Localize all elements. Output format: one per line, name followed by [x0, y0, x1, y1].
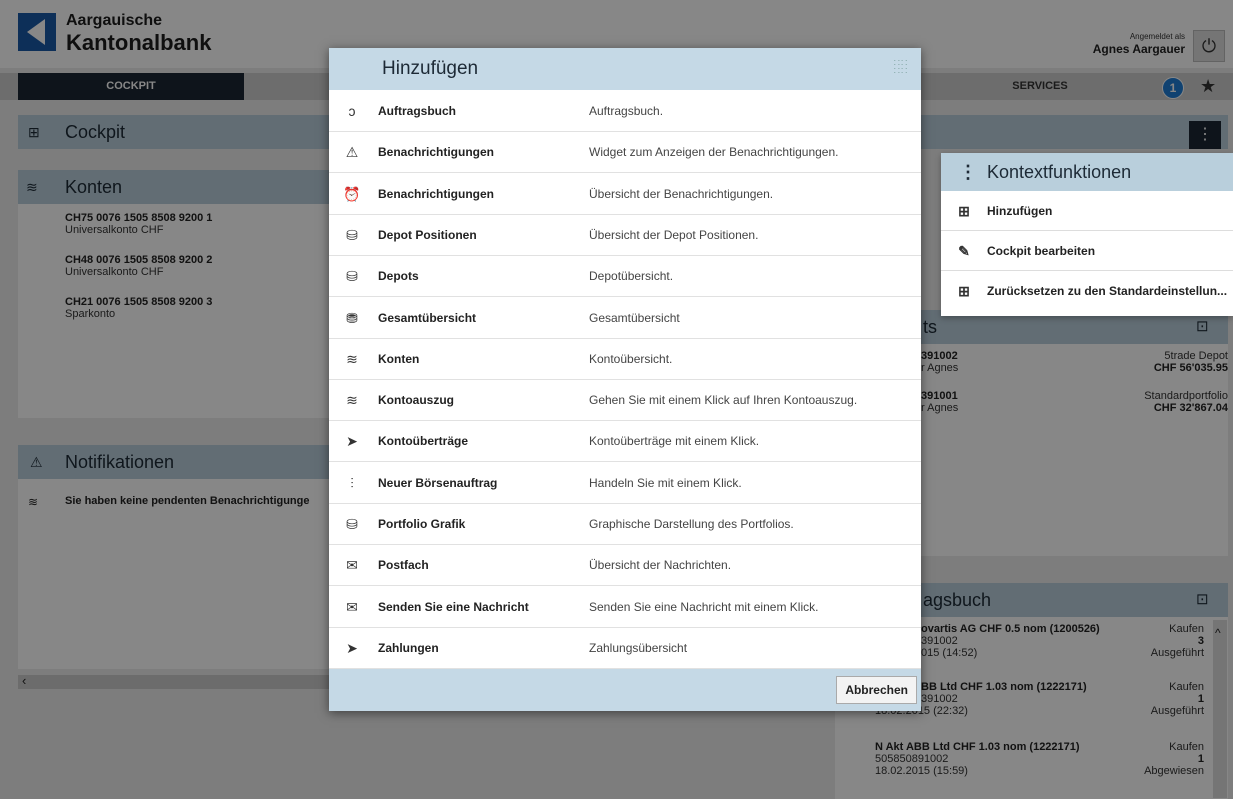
- alarm-clock-icon: ⏰: [343, 185, 361, 202]
- widget-row[interactable]: ⫶ Neuer Börsenauftrag Handeln Sie mit eine…: [329, 463, 921, 504]
- widget-description: Auftragsbuch.: [589, 104, 664, 118]
- context-item-label: Cockpit bearbeiten: [987, 244, 1096, 258]
- widget-description: Depotübersicht.: [589, 269, 674, 284]
- widget-row[interactable]: ≋ Konten Kontoübersicht.: [329, 339, 921, 380]
- overview-icon: ⛃: [346, 309, 358, 326]
- widget-description: Senden Sie eine Nachricht mit einem Klic…: [589, 599, 819, 614]
- context-menu-title: Kontextfunktionen: [987, 162, 1132, 182]
- widget-name: Portfolio Grafik: [378, 517, 466, 531]
- widget-name: Postfach: [378, 558, 429, 573]
- widget-row[interactable]: ⏰ Benachrichtigungen Übersicht der Benachr…: [329, 174, 921, 215]
- widget-name: Benachrichtigungen: [378, 186, 495, 201]
- widget-name: Depot Positionen: [378, 227, 477, 242]
- widget-name: Zahlungen: [378, 640, 439, 655]
- widget-row[interactable]: ↄ Auftragsbuch Auftragsbuch.: [329, 91, 921, 132]
- drag-handle-icon[interactable]: ∷∷ ∷∷: [890, 59, 912, 78]
- widget-row[interactable]: ⚠ Benachrichtigungen Widget zum Anzeigen d…: [329, 132, 921, 174]
- widget-row[interactable]: ≋ Kontoauszug Gehen Sie mit einem Klick au…: [329, 380, 921, 422]
- context-item-zuruecksetzen[interactable]: ⊞ Zurücksetzen zu den Standardeinstellun…: [941, 271, 1233, 311]
- accounts-icon: ≋: [346, 350, 358, 367]
- widget-name: Konten: [378, 351, 420, 366]
- add-widget-icon: ⊞: [958, 203, 970, 219]
- mail-icon: ✉: [346, 598, 358, 615]
- widget-description: Kontoüberträge mit einem Klick.: [589, 434, 760, 449]
- dialog-header: Hinzufügen ∷∷ ∷∷: [329, 48, 921, 90]
- widget-row[interactable]: ➤ Zahlungen Zahlungsübersicht: [329, 628, 921, 669]
- payment-icon: ➤: [346, 639, 358, 656]
- order-book-icon: ↄ: [348, 103, 356, 119]
- add-widget-dialog: Hinzufügen ∷∷ ∷∷ ↄ Auftragsbuch Auftragsbuc…: [329, 48, 921, 711]
- widget-description: Widget zum Anzeigen der Benachrichtigung…: [589, 145, 839, 160]
- dialog-footer: Abbrechen: [329, 669, 921, 711]
- kebab-icon: ⋮: [959, 162, 977, 182]
- widget-description: Übersicht der Depot Positionen.: [589, 227, 759, 242]
- widget-name: Depots: [378, 269, 419, 284]
- widget-row[interactable]: ⛃ Gesamtübersicht Gesamtübersicht: [329, 298, 921, 339]
- context-item-hinzufuegen[interactable]: ⊞ Hinzufügen: [941, 191, 1233, 231]
- widget-description: Graphische Darstellung des Portfolios.: [589, 517, 794, 531]
- context-menu-header: ⋮ Kontextfunktionen: [941, 153, 1233, 191]
- mail-icon: ✉: [346, 557, 358, 574]
- portfolio-chart-icon: ⛁: [346, 516, 358, 532]
- widget-name: Kontoüberträge: [378, 434, 468, 449]
- widget-row[interactable]: ⛁ Portfolio Grafik Graphische Darstellung …: [329, 504, 921, 545]
- widget-row[interactable]: ⛁ Depot Positionen Übersicht der Depot Pos…: [329, 215, 921, 256]
- notification-icon: ⚠: [345, 144, 359, 161]
- widget-name: Auftragsbuch: [378, 104, 456, 118]
- widget-description: Übersicht der Benachrichtigungen.: [589, 186, 774, 201]
- context-item-cockpit-bearbeiten[interactable]: ✎ Cockpit bearbeiten: [941, 231, 1233, 271]
- widget-description: Übersicht der Nachrichten.: [589, 558, 732, 573]
- dialog-title: Hinzufügen: [382, 58, 479, 79]
- widget-description: Gesamtübersicht: [589, 310, 680, 325]
- widget-name: Benachrichtigungen: [378, 145, 495, 160]
- widget-description: Zahlungsübersicht: [589, 640, 688, 655]
- context-item-label: Hinzufügen: [987, 204, 1053, 218]
- edit-icon: ✎: [958, 243, 970, 259]
- widget-row[interactable]: ✉ Postfach Übersicht der Nachrichten.: [329, 545, 921, 587]
- widget-row[interactable]: ✉ Senden Sie eine Nachricht Senden Sie ein…: [329, 587, 921, 628]
- statement-icon: ≋: [346, 392, 358, 409]
- widget-row[interactable]: ➤ Kontoüberträge Kontoüberträge mit einem …: [329, 421, 921, 463]
- stock-order-icon: ⫶: [350, 474, 354, 491]
- widget-description: Handeln Sie mit einem Klick.: [589, 475, 742, 490]
- widget-description: Gehen Sie mit einem Klick auf Ihren Kont…: [589, 393, 858, 408]
- reset-grid-icon: ⊞: [958, 283, 970, 299]
- context-item-label: Zurücksetzen zu den Standardeinstellun..…: [987, 284, 1228, 298]
- depot-icon: ⛁: [346, 226, 358, 243]
- depot-icon: ⛁: [346, 268, 358, 285]
- widget-name: Senden Sie eine Nachricht: [378, 599, 529, 614]
- widget-name: Gesamtübersicht: [378, 310, 477, 325]
- widget-name: Neuer Börsenauftrag: [378, 475, 498, 490]
- cancel-button[interactable]: Abbrechen: [836, 676, 917, 704]
- widget-description: Kontoübersicht.: [589, 351, 673, 366]
- widget-row[interactable]: ⛁ Depots Depotübersicht.: [329, 256, 921, 298]
- context-menu: ⋮ Kontextfunktionen ⊞ Hinzufügen ✎ Cockp…: [941, 153, 1233, 316]
- transfer-icon: ➤: [346, 433, 358, 450]
- widget-name: Kontoauszug: [378, 393, 454, 408]
